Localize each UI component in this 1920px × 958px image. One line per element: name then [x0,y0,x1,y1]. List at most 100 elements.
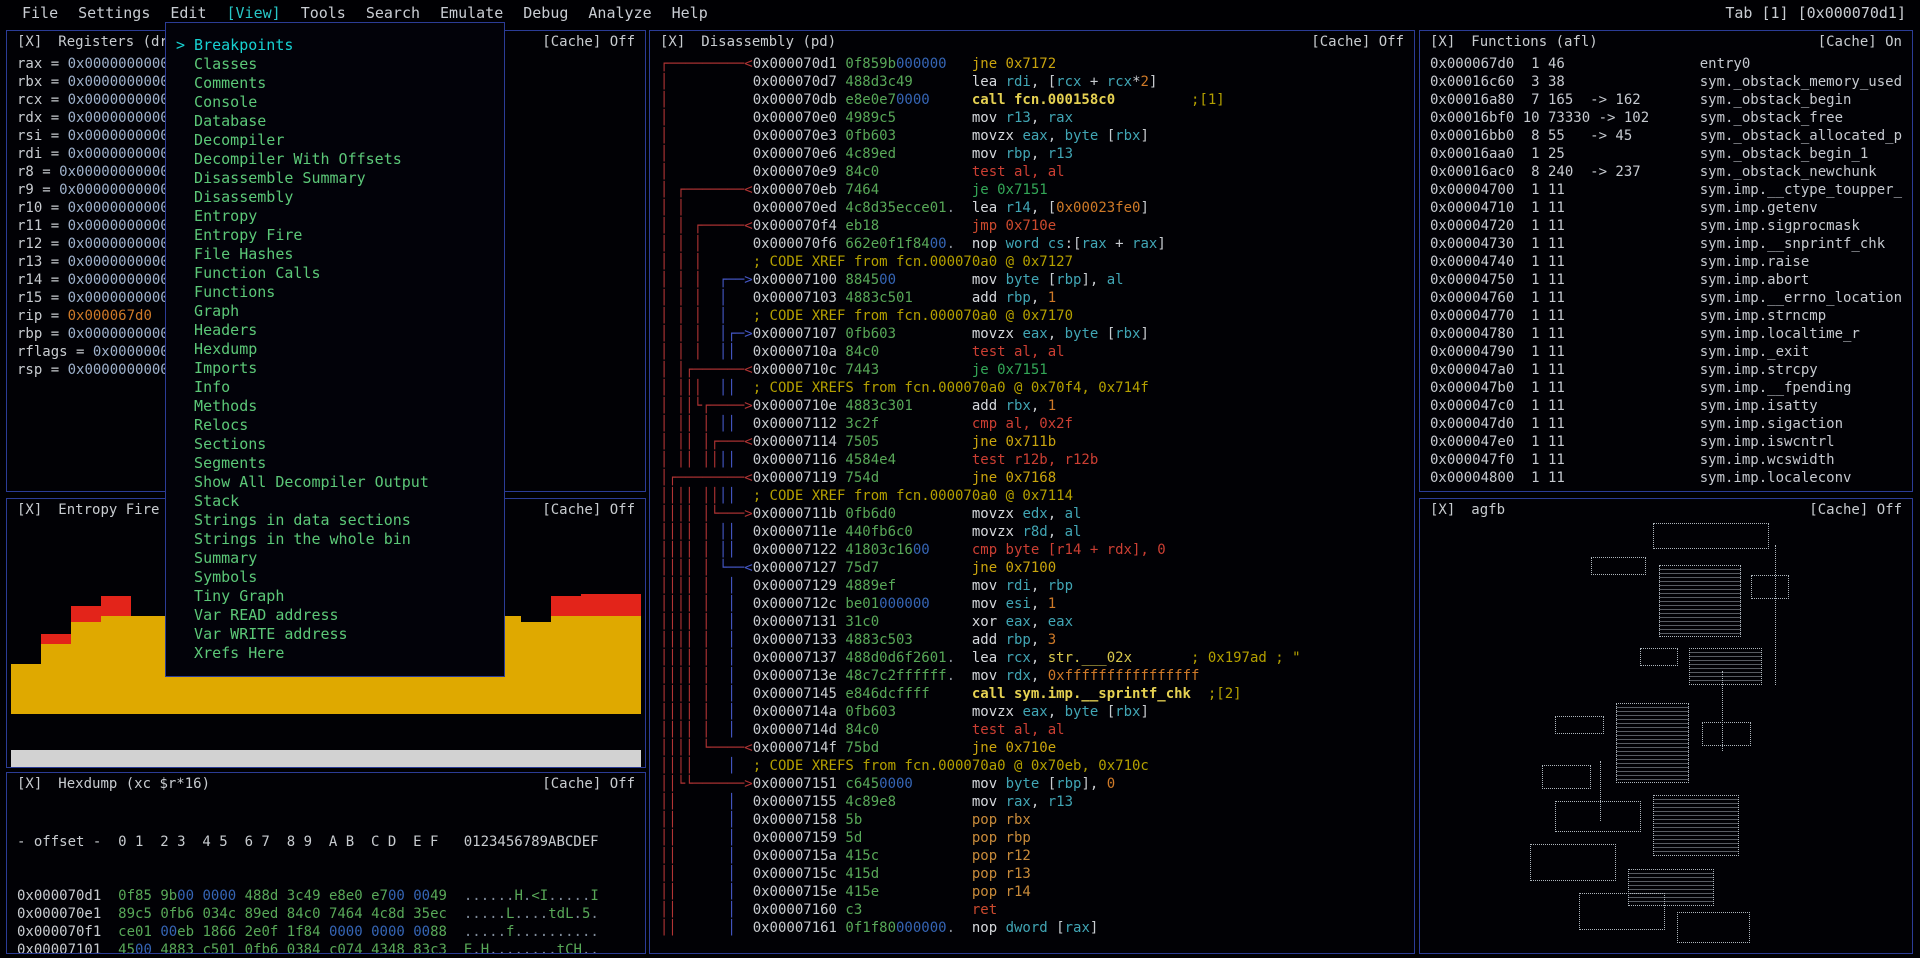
function-row[interactable]: 0x00004700 1 11 sym.imp.__ctype_toupper_ [1430,181,1902,199]
disasm-line[interactable]: ┌─────────<0x000070d1 0f859b000000jne 0x… [660,55,1404,73]
menubar-item-tools[interactable]: Tools [301,4,346,22]
function-row[interactable]: 0x00016ac0 8 240 -> 237 sym._obstack_new… [1430,163,1902,181]
function-row[interactable]: 0x000047a0 1 11 sym.imp.strcpy [1430,361,1902,379]
function-row[interactable]: 0x000067d0 1 46 entry0 [1430,55,1902,73]
menubar-item-debug[interactable]: Debug [523,4,568,22]
view-menu-item-disassembly[interactable]: Disassembly [166,188,504,207]
panel-close-button[interactable]: [X] [1430,34,1455,50]
disasm-line[interactable]: ││││ ││││; CODE XREF from fcn.000070a0 @… [660,487,1404,505]
menubar-item-file[interactable]: File [22,4,58,22]
disasm-line[interactable]: │ │ │0x000070f6 662e0f1f8400.nop word cs… [660,235,1404,253]
cache-toggle[interactable]: [Cache] Off [542,776,635,792]
disasm-line[interactable]: ││││ │ │0x00007137 488d0d6f2601.lea rcx,… [660,649,1404,667]
tab-indicator[interactable]: Tab [1] [0x000070d1] [1725,0,1906,26]
disasm-line[interactable]: │ │┌──────<0x0000710c 7443je 0x7151 [660,361,1404,379]
disasm-line[interactable]: │ │ │ ┌──>0x00007100 884500mov byte [rbp… [660,271,1404,289]
disasm-line[interactable]: │ ││ ││││0x00007116 4584e4test r12b, r12… [660,451,1404,469]
view-menu-item-decompiler-with-offsets[interactable]: Decompiler With Offsets [166,150,504,169]
function-row[interactable]: 0x00004780 1 11 sym.imp.localtime_r [1430,325,1902,343]
function-row[interactable]: 0x00016c60 3 38 sym._obstack_memory_used [1430,73,1902,91]
function-row[interactable]: 0x000047d0 1 11 sym.imp.sigaction [1430,415,1902,433]
view-menu-item-headers[interactable]: Headers [166,321,504,340]
view-menu-item-database[interactable]: Database [166,112,504,131]
hexdump-row[interactable]: 0x000070e1 89c5 0fb6 034c 89ed 84c0 7464… [17,905,635,923]
disassembly-listing[interactable]: ┌─────────<0x000070d1 0f859b000000jne 0x… [650,53,1414,953]
disasm-line[interactable]: ││││ │└───>0x0000711b 0fb6d0movzx edx, a… [660,505,1404,523]
view-menu-item-classes[interactable]: Classes [166,55,504,74]
disasm-line[interactable]: │ │ │; CODE XREF from fcn.000070a0 @ 0x7… [660,253,1404,271]
disasm-line[interactable]: ││││ │; CODE XREFS from fcn.000070a0 @ 0… [660,757,1404,775]
view-menu-item-var-write-address[interactable]: Var WRITE address [166,625,504,644]
hexdump-row[interactable]: 0x000070f1 ce01 00eb 1866 2e0f 1f84 0000… [17,923,635,941]
panel-close-button[interactable]: [X] [1430,502,1455,518]
disasm-line[interactable]: │ ┌───────<0x000070eb 7464je 0x7151 [660,181,1404,199]
disasm-line[interactable]: ││ │0x00007159 5dpop rbp [660,829,1404,847]
view-menu-item-tiny-graph[interactable]: Tiny Graph [166,587,504,606]
cache-toggle[interactable]: [Cache] On [1818,34,1902,50]
disasm-line[interactable]: ││││ │ ││0x00007122 41803c1600cmp byte [… [660,541,1404,559]
view-menu-item-function-calls[interactable]: Function Calls [166,264,504,283]
function-row[interactable]: 0x00004790 1 11 sym.imp._exit [1430,343,1902,361]
function-row[interactable]: 0x00004740 1 11 sym.imp.raise [1430,253,1902,271]
view-menu-item-sections[interactable]: Sections [166,435,504,454]
panel-close-button[interactable]: [X] [17,502,42,518]
hexdump-row[interactable]: 0x000070d1 0f85 9b00 0000 488d 3c49 e8e0… [17,887,635,905]
function-row[interactable]: 0x00004800 1 11 sym.imp.localeconv [1430,469,1902,487]
disasm-line[interactable]: │0x000070e0 4989c5mov r13, rax [660,109,1404,127]
disasm-line[interactable]: ││││ │ │0x00007145 e846dcffffcall sym.im… [660,685,1404,703]
function-row[interactable]: 0x00016bb0 8 55 -> 45 sym._obstack_alloc… [1430,127,1902,145]
view-menu-item-imports[interactable]: Imports [166,359,504,378]
function-row[interactable]: 0x00004730 1 11 sym.imp.__snprintf_chk [1430,235,1902,253]
view-menu-item-strings-in-data-sections[interactable]: Strings in data sections [166,511,504,530]
disasm-line[interactable]: ││ │0x00007161 0f1f80000000.nop dword [r… [660,919,1404,937]
disasm-line[interactable]: │ │ │ │┌─>0x00007107 0fb603movzx eax, by… [660,325,1404,343]
menubar-item-settings[interactable]: Settings [78,4,150,22]
menubar-item-edit[interactable]: Edit [170,4,206,22]
view-menu-item-breakpoints[interactable]: > Breakpoints [166,36,504,55]
function-row[interactable]: 0x00004710 1 11 sym.imp.getenv [1430,199,1902,217]
disasm-line[interactable]: │0x000070e9 84c0test al, al [660,163,1404,181]
view-menu-item-disassemble-summary[interactable]: Disassemble Summary [166,169,504,188]
function-row[interactable]: 0x00016a80 7 165 -> 162 sym._obstack_beg… [1430,91,1902,109]
view-menu-item-summary[interactable]: Summary [166,549,504,568]
disasm-line[interactable]: ││││ │ │0x0000713e 48c7c2ffffff.mov rdx,… [660,667,1404,685]
hexdump-content[interactable]: - offset - 0 1 2 3 4 5 6 7 8 9 A B C D E… [7,795,645,953]
disasm-line[interactable]: ││ │0x0000715a 415cpop r12 [660,847,1404,865]
disasm-line[interactable]: ││││ │ ││0x0000711e 440fb6c0movzx r8d, a… [660,523,1404,541]
cache-toggle[interactable]: [Cache] Off [1311,34,1404,50]
disasm-line[interactable]: │ │ │ │0x00007103 4883c501add rbp, 1 [660,289,1404,307]
disasm-line[interactable]: ││││ │ │0x0000714a 0fb603movzx eax, byte… [660,703,1404,721]
view-menu-item-segments[interactable]: Segments [166,454,504,473]
function-row[interactable]: 0x00004750 1 11 sym.imp.abort [1430,271,1902,289]
disasm-line[interactable]: ││ │0x00007155 4c89e8mov rax, r13 [660,793,1404,811]
panel-close-button[interactable]: [X] [17,776,42,792]
view-menu-item-relocs[interactable]: Relocs [166,416,504,435]
disasm-line[interactable]: ││││ │ │0x0000712c be01000000mov esi, 1 [660,595,1404,613]
disasm-line[interactable]: │ ││└┌────>0x0000710e 4883c301add rbx, 1 [660,397,1404,415]
disasm-line[interactable]: │0x000070e3 0fb603movzx eax, byte [rbx] [660,127,1404,145]
function-row[interactable]: 0x00004770 1 11 sym.imp.strncmp [1430,307,1902,325]
disasm-line[interactable]: ││└└──────>0x00007151 c6450000mov byte [… [660,775,1404,793]
view-menu-item-info[interactable]: Info [166,378,504,397]
tiny-graph[interactable] [1420,521,1912,953]
disasm-line[interactable]: ││ │0x00007160 c3ret [660,901,1404,919]
disasm-line[interactable]: ││││ │ │0x0000714d 84c0test al, al [660,721,1404,739]
panel-close-button[interactable]: [X] [17,34,42,50]
function-row[interactable]: 0x000047b0 1 11 sym.imp.__fpending [1430,379,1902,397]
function-row[interactable]: 0x000047f0 1 11 sym.imp.wcswidth [1430,451,1902,469]
function-row[interactable]: 0x000047c0 1 11 sym.imp.isatty [1430,397,1902,415]
disasm-line[interactable]: ││ │0x00007158 5bpop rbx [660,811,1404,829]
view-menu-item-functions[interactable]: Functions [166,283,504,302]
view-menu-item-var-read-address[interactable]: Var READ address [166,606,504,625]
disasm-line[interactable]: ││││ │ │0x00007131 31c0xor eax, eax [660,613,1404,631]
view-menu-item-file-hashes[interactable]: File Hashes [166,245,504,264]
view-menu-item-show-all-decompiler-output[interactable]: Show All Decompiler Output [166,473,504,492]
disasm-line[interactable]: ││ │0x0000715e 415epop r14 [660,883,1404,901]
view-menu-item-entropy[interactable]: Entropy [166,207,504,226]
disasm-line[interactable]: │0x000070d7 488d3c49lea rdi, [rcx + rcx*… [660,73,1404,91]
disasm-line[interactable]: │ ││ │ ││0x00007112 3c2fcmp al, 0x2f [660,415,1404,433]
cache-toggle[interactable]: [Cache] Off [542,502,635,518]
functions-list[interactable]: 0x000067d0 1 46 entry00x00016c60 3 38 sy… [1420,53,1912,491]
cache-toggle[interactable]: [Cache] Off [1809,502,1902,518]
disasm-line[interactable]: │ │ │ ││0x0000710a 84c0test al, al [660,343,1404,361]
